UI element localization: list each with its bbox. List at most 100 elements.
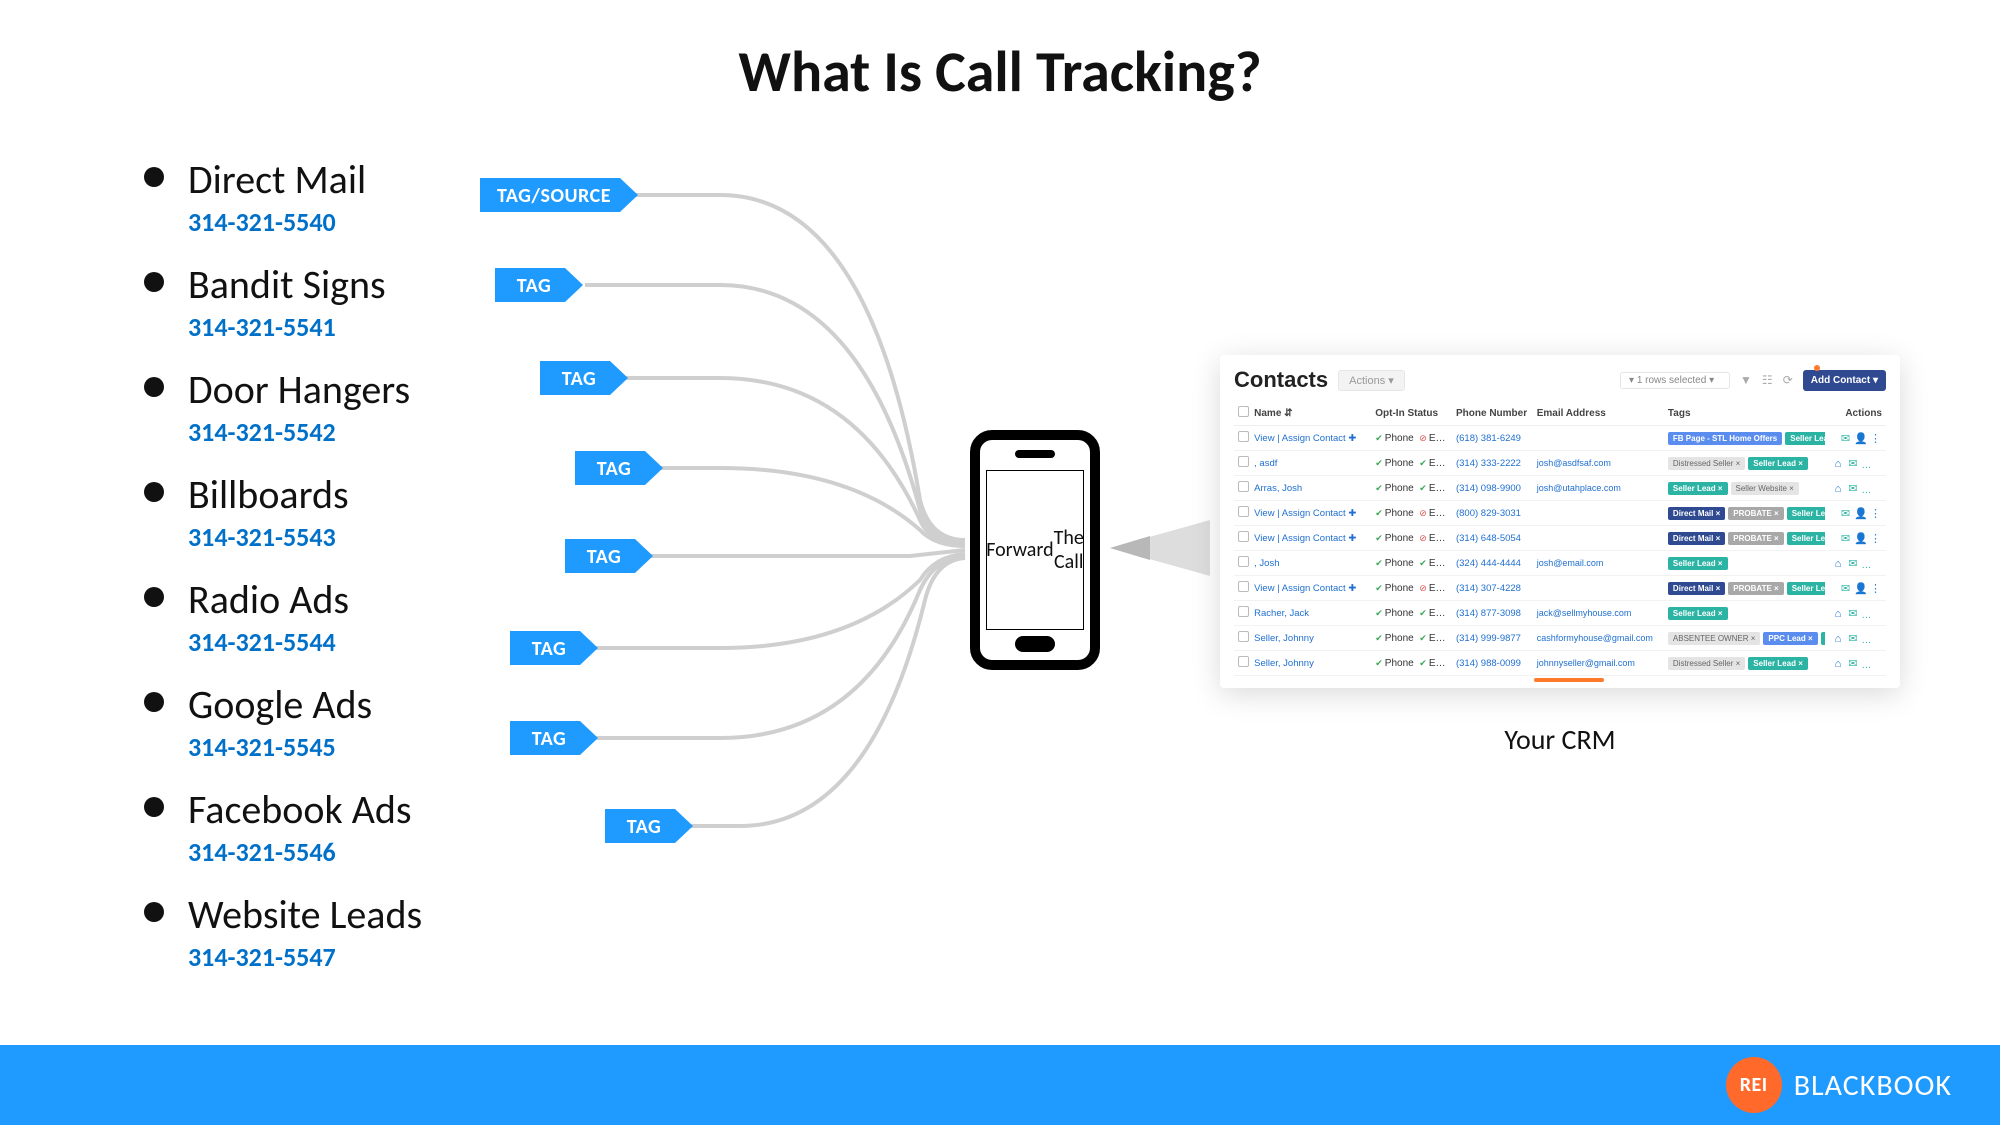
contact-tag[interactable]: Distressed Seller ×	[1668, 457, 1745, 470]
contact-name-cell[interactable]: Seller, Johnny	[1250, 651, 1371, 676]
contact-tag[interactable]: Direct Mail ×	[1668, 582, 1725, 595]
home-icon[interactable]: ⌂	[1831, 483, 1844, 495]
chat-icon[interactable]: ✉	[1846, 607, 1859, 620]
home-icon[interactable]: ⌂	[1831, 608, 1844, 620]
row-checkbox[interactable]	[1234, 576, 1250, 601]
contact-tag[interactable]: Seller Website ×	[1731, 482, 1799, 495]
more-icon[interactable]: ⋮	[1876, 482, 1886, 495]
col-header[interactable]: Phone Number	[1452, 401, 1533, 426]
more-icon[interactable]: ⋮	[1869, 532, 1882, 545]
chat-icon[interactable]: ✉	[1839, 432, 1852, 445]
row-checkbox[interactable]	[1234, 551, 1250, 576]
contact-name-cell[interactable]: View | Assign Contact ✚	[1250, 526, 1371, 551]
phone-cell[interactable]: (800) 829-3031	[1452, 501, 1533, 526]
refresh-icon[interactable]: ⟳	[1783, 373, 1793, 387]
contact-name-cell[interactable]: View | Assign Contact ✚	[1250, 501, 1371, 526]
user-icon[interactable]: 👤	[1854, 432, 1867, 445]
contact-tag[interactable]: Seller Lead ×	[1787, 507, 1826, 520]
phone-cell[interactable]: (314) 648-5054	[1452, 526, 1533, 551]
col-header[interactable]: Opt-In Status	[1371, 401, 1452, 426]
home-icon[interactable]: ⌂	[1831, 458, 1844, 470]
row-checkbox[interactable]	[1234, 526, 1250, 551]
more-icon[interactable]: ⋮	[1876, 632, 1886, 645]
email-cell[interactable]: josh@utahplace.com	[1533, 476, 1664, 501]
email-cell[interactable]	[1533, 501, 1664, 526]
chat-icon[interactable]: ✉	[1839, 582, 1852, 595]
contact-tag[interactable]: Seller Lead ×	[1748, 657, 1808, 670]
contact-tag[interactable]: Seller Lead ×	[1748, 457, 1808, 470]
contact-name-cell[interactable]: , asdf	[1250, 451, 1371, 476]
contact-tag[interactable]: PROBATE ×	[1728, 507, 1783, 520]
contact-tag[interactable]: PPC Lead ×	[1763, 632, 1817, 645]
user-icon[interactable]: 👤	[1854, 582, 1867, 595]
chat-icon[interactable]: ✉	[1839, 532, 1852, 545]
phone-cell[interactable]: (314) 999-9877	[1452, 626, 1533, 651]
chat-icon[interactable]: ✉	[1839, 507, 1852, 520]
contact-tag[interactable]: Seller Lead ×	[1668, 607, 1728, 620]
more-icon[interactable]: ⋮	[1869, 432, 1882, 445]
chat-icon[interactable]: ✉	[1846, 482, 1859, 495]
contact-name-cell[interactable]: Racher, Jack	[1250, 601, 1371, 626]
more-icon[interactable]: ⋮	[1869, 582, 1882, 595]
phone-cell[interactable]: (314) 333-2222	[1452, 451, 1533, 476]
email-cell[interactable]: josh@email.com	[1533, 551, 1664, 576]
row-checkbox[interactable]	[1234, 476, 1250, 501]
phone-cell[interactable]: (324) 444-4444	[1452, 551, 1533, 576]
row-checkbox[interactable]	[1234, 601, 1250, 626]
contact-name-cell[interactable]: Seller, Johnny	[1250, 626, 1371, 651]
contact-tag[interactable]: FB Page - STL Home Offers	[1668, 432, 1782, 445]
phone-cell[interactable]: (314) 307-4228	[1452, 576, 1533, 601]
chat-icon[interactable]: ✉	[1846, 557, 1859, 570]
col-checkbox[interactable]	[1234, 401, 1250, 426]
email-cell[interactable]	[1533, 426, 1664, 451]
chat-icon[interactable]: ✉	[1846, 657, 1859, 670]
crm-filter-select[interactable]: ▾ 1 rows selected ▾	[1620, 372, 1730, 389]
more-icon[interactable]: ⋮	[1876, 557, 1886, 570]
row-checkbox[interactable]	[1234, 626, 1250, 651]
columns-icon[interactable]: ☷	[1762, 373, 1773, 387]
email-cell[interactable]	[1533, 576, 1664, 601]
email-cell[interactable]: josh@asdfsaf.com	[1533, 451, 1664, 476]
contact-tag[interactable]: Direct Mail ×	[1668, 532, 1725, 545]
more-icon[interactable]: ⋮	[1876, 607, 1886, 620]
row-checkbox[interactable]	[1234, 426, 1250, 451]
contact-tag[interactable]: Seller Lead ×	[1668, 557, 1728, 570]
home-icon[interactable]: ⌂	[1831, 558, 1844, 570]
row-checkbox[interactable]	[1234, 651, 1250, 676]
col-header[interactable]: Email Address	[1533, 401, 1664, 426]
chat-icon[interactable]: ✉	[1846, 457, 1859, 470]
contact-tag[interactable]: Seller Lead ×	[1785, 432, 1825, 445]
more-icon[interactable]: ⋮	[1876, 657, 1886, 670]
row-checkbox[interactable]	[1234, 451, 1250, 476]
email-cell[interactable]: jack@sellmyhouse.com	[1533, 601, 1664, 626]
chat-icon[interactable]: ✉	[1846, 632, 1859, 645]
phone-cell[interactable]: (314) 098-9900	[1452, 476, 1533, 501]
home-icon[interactable]: ⌂	[1831, 633, 1844, 645]
contact-tag[interactable]: PROBATE ×	[1728, 582, 1783, 595]
phone-cell[interactable]: (314) 877-3098	[1452, 601, 1533, 626]
email-cell[interactable]: johnnyseller@gmail.com	[1533, 651, 1664, 676]
contact-tag[interactable]: PROBATE ×	[1728, 532, 1783, 545]
phone-cell[interactable]: (314) 988-0099	[1452, 651, 1533, 676]
col-header[interactable]: Actions	[1825, 401, 1886, 426]
contact-tag[interactable]: ABSENTEE OWNER ×	[1668, 632, 1760, 645]
phone-cell[interactable]: (618) 381-6249	[1452, 426, 1533, 451]
contact-tag[interactable]: Seller Lead ×	[1787, 582, 1826, 595]
home-icon[interactable]: ⌂	[1831, 658, 1844, 670]
user-icon[interactable]: 👤	[1854, 507, 1867, 520]
col-header[interactable]: Tags	[1664, 401, 1825, 426]
email-cell[interactable]: cashformyhouse@gmail.com	[1533, 626, 1664, 651]
filter-icon[interactable]: ▼	[1740, 373, 1752, 387]
more-icon[interactable]: ⋮	[1869, 507, 1882, 520]
email-cell[interactable]	[1533, 526, 1664, 551]
row-checkbox[interactable]	[1234, 501, 1250, 526]
contact-name-cell[interactable]: Arras, Josh	[1250, 476, 1371, 501]
crm-actions-button[interactable]: Actions ▾	[1338, 370, 1405, 391]
contact-tag[interactable]: Direct Mail ×	[1668, 507, 1725, 520]
col-header[interactable]: Name ⇵	[1250, 401, 1371, 426]
more-icon[interactable]: ⋮	[1876, 457, 1886, 470]
contact-name-cell[interactable]: View | Assign Contact ✚	[1250, 576, 1371, 601]
contact-name-cell[interactable]: View | Assign Contact ✚	[1250, 426, 1371, 451]
contact-tag[interactable]: Seller Lead ×	[1821, 632, 1826, 645]
contact-tag[interactable]: Distressed Seller ×	[1668, 657, 1745, 670]
